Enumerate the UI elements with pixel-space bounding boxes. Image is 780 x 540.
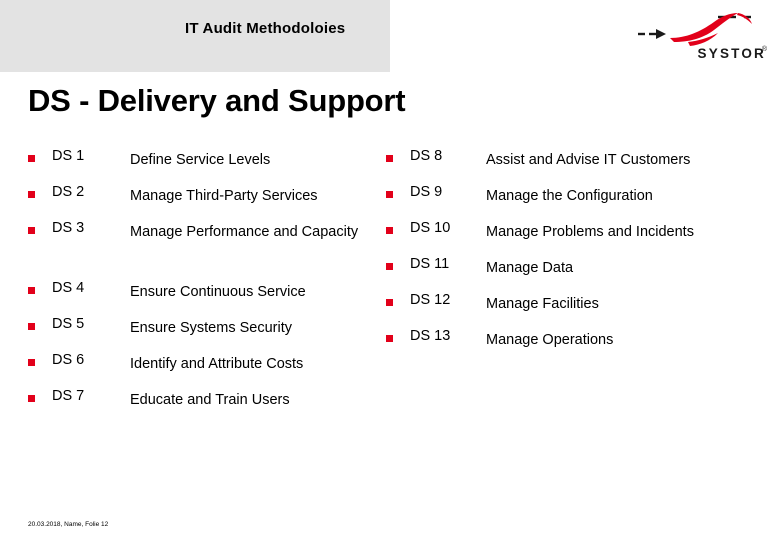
list-item: DS 7 Educate and Train Users xyxy=(28,388,388,422)
list-item: DS 5 Ensure Systems Security xyxy=(28,316,388,350)
item-code: DS 6 xyxy=(52,352,85,368)
item-code: DS 9 xyxy=(410,184,443,200)
item-text: Define Service Levels xyxy=(130,152,271,168)
logo-wordmark: SYSTOR xyxy=(697,46,766,61)
list-item: DS 6 Identify and Attribute Costs xyxy=(28,352,388,386)
list-item: DS 12 Manage Facilities xyxy=(386,292,766,326)
item-text: Assist and Advise IT Customers xyxy=(486,152,691,168)
item-code: DS 1 xyxy=(52,148,85,164)
item-code: DS 11 xyxy=(410,256,450,272)
item-text: Manage Data xyxy=(486,260,574,276)
header-title: IT Audit Methodoloies xyxy=(185,20,346,37)
item-code: DS 10 xyxy=(410,220,451,236)
bullet-icon xyxy=(386,191,393,198)
list-item: DS 3 Manage Performance and Capacity xyxy=(28,220,388,254)
list-item: DS 10 Manage Problems and Incidents xyxy=(386,220,766,254)
item-code: DS 12 xyxy=(410,292,451,308)
bullet-icon xyxy=(28,227,35,234)
item-text: Manage Third-Party Services xyxy=(130,188,318,204)
item-text: Ensure Systems Security xyxy=(130,320,292,336)
item-text: Manage the Configuration xyxy=(486,188,653,204)
item-code: DS 3 xyxy=(52,220,85,236)
bullet-icon xyxy=(386,335,393,342)
list-item: DS 1 Define Service Levels xyxy=(28,148,388,182)
item-text: Educate and Train Users xyxy=(130,392,290,408)
item-text: Ensure Continuous Service xyxy=(130,284,306,300)
list-item: DS 13 Manage Operations xyxy=(386,328,766,362)
bullet-icon xyxy=(28,323,35,330)
bullet-icon xyxy=(28,395,35,402)
bullet-icon xyxy=(386,227,393,234)
page-title: DS - Delivery and Support xyxy=(28,83,406,118)
systor-logo-icon xyxy=(638,13,752,46)
item-code: DS 7 xyxy=(52,388,85,404)
list-item: DS 8 Assist and Advise IT Customers xyxy=(386,148,766,182)
list-item: DS 4 Ensure Continuous Service xyxy=(28,280,388,314)
item-text: Manage Operations xyxy=(486,332,614,348)
item-code: DS 13 xyxy=(410,328,451,344)
bullet-icon xyxy=(386,155,393,162)
bullet-icon xyxy=(28,155,35,162)
bullet-icon xyxy=(28,191,35,198)
bullet-icon xyxy=(386,299,393,306)
item-code: DS 5 xyxy=(52,316,85,332)
bullet-icon xyxy=(28,359,35,366)
item-code: DS 8 xyxy=(410,148,443,164)
logo: SYSTOR ® xyxy=(634,8,767,70)
item-code: DS 4 xyxy=(52,280,85,296)
list-item: DS 9 Manage the Configuration xyxy=(386,184,766,218)
list-item: DS 2 Manage Third-Party Services xyxy=(28,184,388,218)
logo-registered-mark: ® xyxy=(761,46,767,53)
item-text: Manage Performance and Capacity xyxy=(130,224,359,240)
footer-text: 20.03.2018, Name, Folie 12 xyxy=(28,521,109,528)
item-code: DS 2 xyxy=(52,184,85,200)
item-text: Manage Facilities xyxy=(486,296,599,312)
bullet-icon xyxy=(28,287,35,294)
item-text: Identify and Attribute Costs xyxy=(130,356,304,372)
bullet-icon xyxy=(386,263,393,270)
slide: IT Audit Methodoloies SYSTOR ® DS - Deli… xyxy=(0,0,780,540)
item-text: Manage Problems and Incidents xyxy=(486,224,694,240)
list-item: DS 11 Manage Data xyxy=(386,256,766,290)
